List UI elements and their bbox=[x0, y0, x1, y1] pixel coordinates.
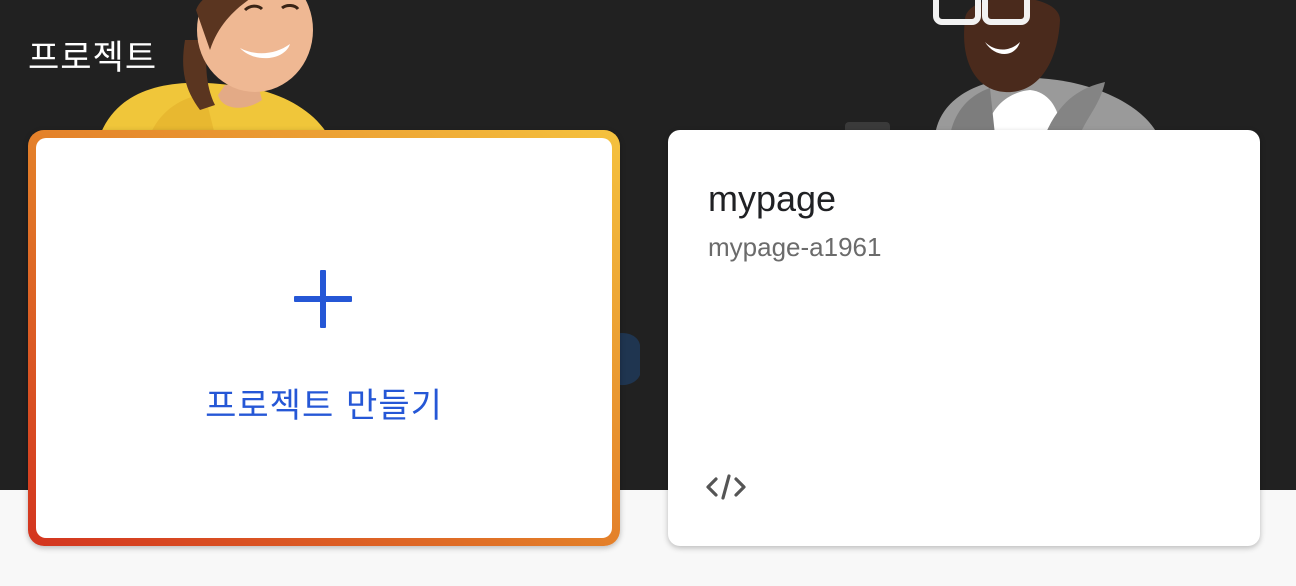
create-project-card-inner[interactable]: 프로젝트 만들기 bbox=[36, 138, 612, 538]
project-card-mypage[interactable]: mypage mypage-a1961 bbox=[668, 130, 1260, 546]
create-project-card[interactable]: 프로젝트 만들기 bbox=[28, 130, 620, 546]
projects-page: 프로젝트 프로젝트 만들기 mypage mypage-a1961 bbox=[0, 0, 1296, 586]
code-icon bbox=[706, 474, 746, 500]
page-title: 프로젝트 bbox=[28, 38, 158, 78]
create-project-label: 프로젝트 만들기 bbox=[205, 386, 443, 426]
plus-icon bbox=[294, 270, 354, 330]
project-name: mypage bbox=[708, 178, 837, 219]
project-id: mypage-a1961 bbox=[708, 232, 882, 262]
